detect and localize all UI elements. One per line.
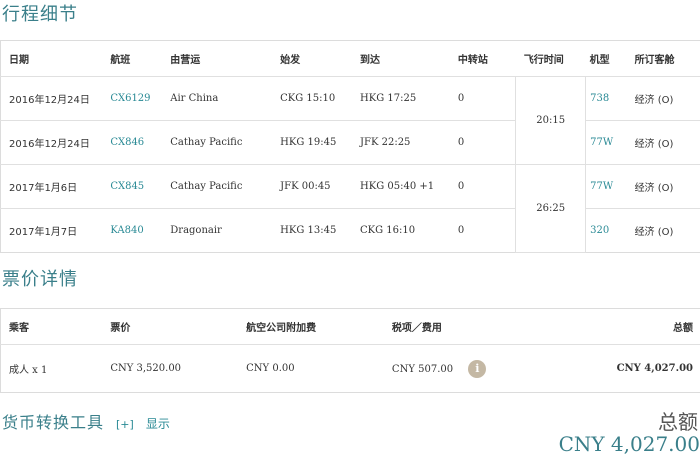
table-row: 2016年12月24日 CX6129 Air China CKG 15:10 H…	[0, 76, 700, 165]
date-cell: 2017年1月6日	[0, 164, 111, 209]
depart-cell: CKG 15:10	[280, 76, 360, 121]
operator-cell: Cathay Pacific	[170, 120, 281, 165]
col-passenger: 乘客	[0, 308, 103, 345]
aircraft-link[interactable]: 77W	[585, 120, 631, 165]
date-cell: 2016年12月24日	[0, 120, 111, 165]
expand-toggle[interactable]: [+]	[116, 418, 134, 431]
col-duration: 飞行时间	[515, 40, 586, 77]
date-cell: 2017年1月7日	[9, 227, 78, 238]
table-row: 2016年12月24日 CX846 Cathay Pacific HKG 19:…	[0, 120, 700, 165]
converter-title: 货币转换工具	[2, 413, 105, 432]
stops-cell: 0	[457, 120, 516, 165]
depart-cell: HKG 13:45	[280, 225, 337, 236]
total-amount: CNY 4,027.00	[558, 432, 700, 456]
aircraft-link[interactable]: 77W	[585, 164, 631, 209]
col-arrive: 到达	[360, 40, 458, 77]
info-icon[interactable]: i	[468, 359, 487, 378]
operator-cell: Dragonair	[170, 225, 222, 236]
operator-cell: Cathay Pacific	[170, 164, 281, 209]
fare-cell: CNY 3,520.00	[110, 363, 182, 374]
col-stops: 中转站	[457, 40, 516, 77]
cabin-cell: 经济 (O)	[634, 227, 674, 238]
depart-cell: HKG 19:45	[280, 120, 360, 165]
col-aircraft: 机型	[585, 40, 631, 77]
itinerary-header-row: 日期 航班 由营运 始发 到达 中转站 飞行时间 机型 所订客舱	[0, 40, 700, 77]
date-cell: 2016年12月24日	[0, 76, 111, 121]
col-date: 日期	[0, 40, 111, 77]
col-depart: 始发	[280, 40, 360, 77]
col-operator: 由营运	[170, 40, 281, 77]
col-cabin: 所订客舱	[630, 40, 700, 77]
col-fare: 票价	[102, 308, 239, 345]
table-row: 成人 x 1 CNY 3,520.00 CNY 0.00 CNY 507.00 …	[1, 345, 700, 393]
stops-cell: 0	[457, 164, 516, 209]
table-row: 2017年1月6日 CX845 Cathay Pacific JFK 00:45…	[0, 164, 700, 253]
arrive-cell: CKG 16:10	[360, 225, 416, 236]
arrive-cell: JFK 22:25	[360, 120, 458, 165]
flight-link[interactable]: KA840	[110, 209, 170, 253]
flight-link[interactable]: CX6129	[110, 76, 171, 121]
col-surcharge: 航空公司附加费	[238, 308, 384, 345]
flight-link[interactable]: CX845	[110, 164, 171, 209]
taxes-value: CNY 507.00	[391, 363, 454, 375]
currency-converter: 货币转换工具 [+] 显示	[2, 409, 170, 433]
table-row: 2017年1月7日 KA840 Dragonair HKG 13:45 CKG …	[1, 209, 700, 253]
fare-title: 票价详情	[2, 269, 78, 290]
fare-header-row: 乘客 票价 航空公司附加费 税项／费用 总额	[0, 308, 700, 345]
col-flight: 航班	[110, 40, 171, 77]
show-link[interactable]: 显示	[146, 415, 170, 432]
col-total: 总额	[563, 308, 700, 345]
total-cell: CNY 4,027.00	[616, 363, 693, 374]
surcharge-cell: CNY 0.00	[246, 363, 295, 374]
itinerary-title: 行程细节	[2, 4, 78, 25]
cabin-cell: 经济 (O)	[630, 120, 700, 165]
stops-cell: 0	[457, 225, 465, 236]
duration-cell: 26:25	[515, 164, 587, 253]
stops-cell: 0	[457, 76, 516, 121]
cabin-cell: 经济 (O)	[630, 76, 700, 121]
duration-cell: 20:15	[515, 76, 587, 165]
taxes-cell: CNY 507.00 i	[384, 345, 564, 393]
fare-table: 乘客 票价 航空公司附加费 税项／费用 总额 成人 x 1 CNY 3,520.…	[0, 308, 700, 393]
depart-cell: JFK 00:45	[280, 164, 360, 209]
passenger-cell: 成人 x 1	[9, 365, 48, 376]
aircraft-link[interactable]: 320	[586, 209, 631, 253]
total-label: 总额	[658, 410, 698, 434]
aircraft-link[interactable]: 738	[585, 76, 631, 121]
arrive-cell: HKG 17:25	[360, 76, 458, 121]
cabin-cell: 经济 (O)	[630, 164, 700, 209]
itinerary-table: 日期 航班 由营运 始发 到达 中转站 飞行时间 机型 所订客舱 2016年12…	[0, 40, 700, 253]
operator-cell: Air China	[170, 76, 281, 121]
col-taxes: 税项／费用	[383, 308, 564, 345]
arrive-cell: HKG 05:40 +1	[360, 164, 458, 209]
flight-link[interactable]: CX846	[110, 120, 171, 165]
